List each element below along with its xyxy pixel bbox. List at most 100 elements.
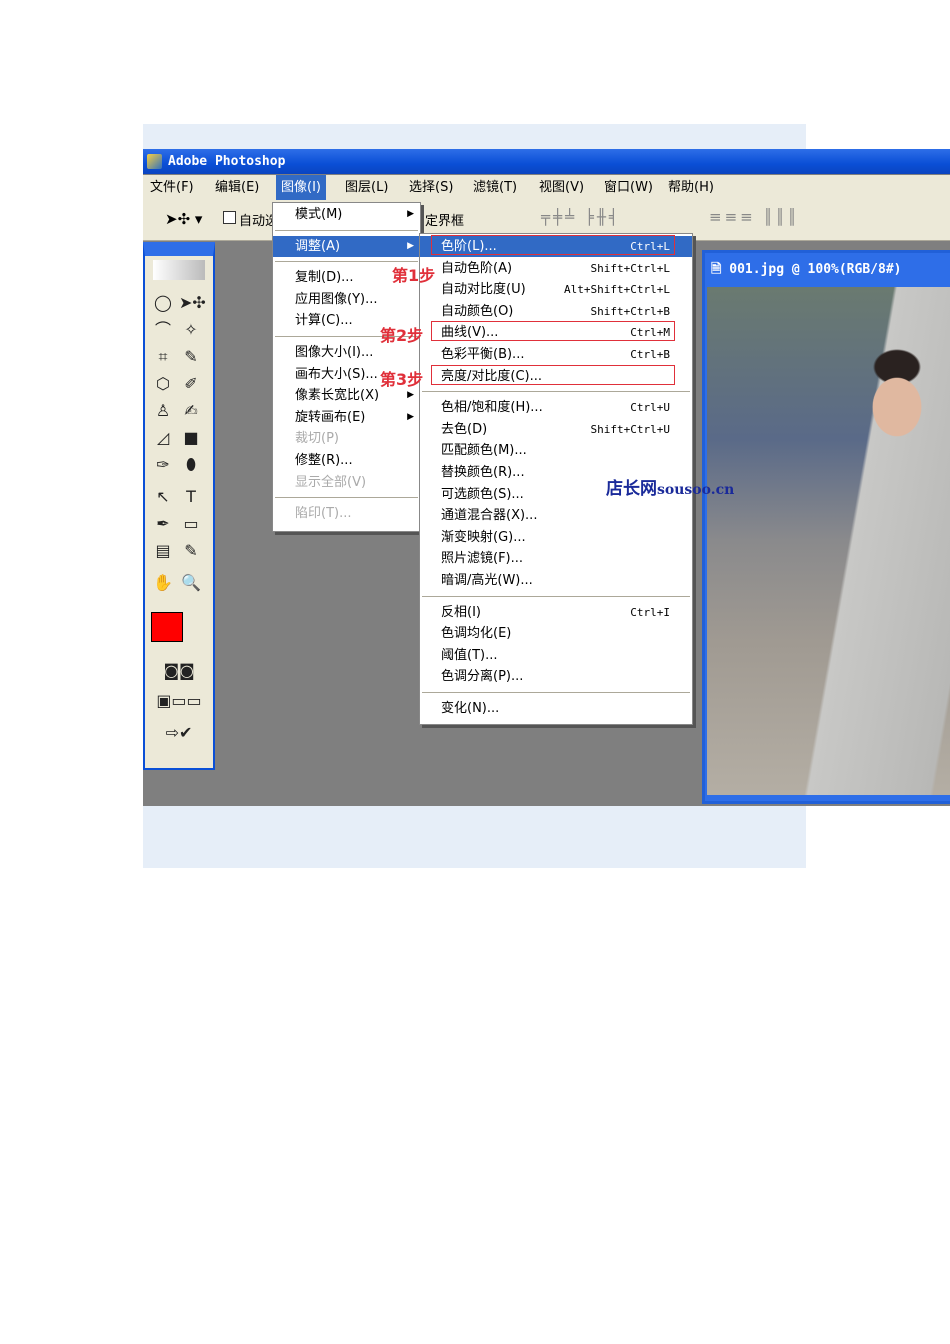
image-menu-item-label: 模式(M): [295, 207, 343, 222]
menu-3[interactable]: 图层(L): [340, 175, 393, 200]
menu-6[interactable]: 视图(V): [534, 175, 589, 200]
step-label-2: 第2步: [380, 326, 424, 345]
adjust-menu-item[interactable]: 色调分离(P)...: [420, 666, 692, 687]
tool-11-icon[interactable]: ■: [179, 427, 203, 449]
image-menu-item-label: 复制(D)...: [295, 270, 354, 286]
image-menu-item-label: 图像大小(I)...: [295, 345, 374, 360]
image-menu-item-label: 应用图像(Y)...: [295, 291, 378, 307]
bounding-box-label: 定界框: [425, 214, 465, 229]
mode-button-0-icon[interactable]: ◙◙: [151, 660, 207, 682]
tool-6-icon[interactable]: ⬡: [151, 373, 175, 395]
adjust-menu-item[interactable]: 自动颜色(O) Shift+Ctrl+B: [420, 301, 692, 322]
tool-17-icon[interactable]: ▭: [179, 513, 203, 535]
adjust-menu-item[interactable]: 匹配颜色(M)...: [420, 440, 692, 461]
image-menu-item[interactable]: 陷印(T)...: [273, 503, 420, 524]
adjust-menu-item[interactable]: 自动对比度(U) Alt+Shift+Ctrl+L: [420, 279, 692, 300]
adjust-menu-item-shortcut: Alt+Shift+Ctrl+L: [564, 283, 670, 297]
image-menu-item[interactable]: 裁切(P): [273, 428, 420, 449]
adjust-menu-item-label: 自动色阶(A): [441, 260, 513, 276]
adjust-menu-item-label: 暗调/高光(W)...: [441, 573, 533, 588]
menu-4[interactable]: 选择(S): [404, 175, 458, 200]
toolbox: ◯ ➤✣ ⌒ ✧ ⌗ ✎ ⬡ ✐ ♙ ✍ ◿ ■ ✑ ⬮ ↖ T ✒ ▭ ▤ ✎ ✋ 🔍 ◙◙ ▣▭▭ ⇨✔: [143, 242, 215, 770]
adjust-menu-item[interactable]: 反相(I) Ctrl+I: [420, 602, 692, 623]
image-menu-item[interactable]: 模式(M) ▶: [273, 204, 420, 225]
adjust-menu-item[interactable]: 去色(D) Shift+Ctrl+U: [420, 419, 692, 440]
adjust-menu-item[interactable]: 自动色阶(A) Shift+Ctrl+L: [420, 258, 692, 279]
adjust-menu-item[interactable]: 色彩平衡(B)... Ctrl+B: [420, 344, 692, 365]
menu-separator: [422, 391, 690, 393]
tool-20-icon[interactable]: ✋: [151, 572, 175, 594]
menu-1[interactable]: 编辑(E): [210, 175, 264, 200]
adjust-menu-item-label: 照片滤镜(F)...: [441, 551, 524, 567]
mode-button-1-icon[interactable]: ▣▭▭: [151, 690, 207, 712]
distribute-buttons-icon[interactable]: ≡≡≡ ║║║: [709, 208, 800, 226]
adjust-menu-item-label: 可选颜色(S)...: [441, 486, 524, 502]
foreground-color-swatch[interactable]: [151, 612, 183, 642]
tool-12-icon[interactable]: ✑: [151, 454, 175, 476]
document-title: 001.jpg @ 100%(RGB/8#): [729, 262, 902, 277]
tool-4-icon[interactable]: ⌗: [151, 346, 175, 368]
tool-3-icon[interactable]: ✧: [179, 319, 203, 341]
tool-19-icon[interactable]: ✎: [179, 540, 203, 562]
adjust-menu-item-label: 阈值(T)...: [441, 647, 498, 663]
image-menu-item-label: 旋转画布(E): [295, 409, 366, 425]
adjust-menu-item[interactable]: 暗调/高光(W)...: [420, 570, 692, 591]
tool-2-icon[interactable]: ⌒: [151, 319, 175, 341]
tool-14-icon[interactable]: ↖: [151, 486, 175, 508]
image-menu-item-label: 计算(C)...: [295, 313, 353, 329]
align-buttons-icon[interactable]: ╤╪╧ ╞╫╡: [541, 208, 621, 226]
image-menu-item[interactable]: 应用图像(Y)...: [273, 289, 420, 310]
submenu-arrow-icon: ▶: [407, 240, 414, 251]
adjust-menu-item-shortcut: Ctrl+U: [630, 401, 670, 415]
menu-2[interactable]: 图像(I): [276, 175, 326, 200]
image-menu-item-label: 调整(A): [295, 238, 341, 254]
tool-10-icon[interactable]: ◿: [151, 427, 175, 449]
tool-13-icon[interactable]: ⬮: [179, 454, 203, 476]
menu-0[interactable]: 文件(F): [145, 175, 199, 200]
adjust-menu-item[interactable]: 通道混合器(X)...: [420, 505, 692, 526]
adjust-menu-item-label: 替换颜色(R)...: [441, 465, 525, 480]
adjust-menu-item[interactable]: 色相/饱和度(H)... Ctrl+U: [420, 397, 692, 418]
adjust-menu-item-shortcut: Ctrl+B: [630, 348, 670, 361]
watermark: 店长网sousoo.cn: [606, 479, 735, 499]
menu-7[interactable]: 窗口(W): [599, 175, 658, 200]
adjust-menu-item[interactable]: 渐变映射(G)...: [420, 527, 692, 548]
adjust-menu-item[interactable]: 阈值(T)...: [420, 645, 692, 666]
image-menu-item-label: 陷印(T)...: [295, 506, 352, 522]
step-highlight-box: [431, 364, 675, 385]
image-menu-item-label: 裁切(P): [295, 431, 339, 447]
mode-button-2-icon[interactable]: ⇨✔: [151, 722, 207, 744]
menu-5[interactable]: 滤镜(T): [468, 175, 522, 200]
photo-canvas[interactable]: [707, 287, 950, 795]
image-menu-item-label: 像素长宽比(X): [295, 388, 380, 404]
document-window: 🗎 001.jpg @ 100%(RGB/8#): [702, 250, 950, 804]
tool-16-icon[interactable]: ✒: [151, 513, 175, 535]
tool-8-icon[interactable]: ♙: [151, 400, 175, 422]
tool-21-icon[interactable]: 🔍: [179, 572, 203, 594]
tool-5-icon[interactable]: ✎: [179, 346, 203, 368]
submenu-arrow-icon: ▶: [407, 209, 414, 219]
tool-7-icon[interactable]: ✐: [179, 373, 203, 395]
auto-select-checkbox[interactable]: [223, 211, 236, 224]
document-title-bar: 🗎 001.jpg @ 100%(RGB/8#): [705, 253, 950, 287]
tool-18-icon[interactable]: ▤: [151, 540, 175, 562]
adjust-menu-item[interactable]: 变化(N)...: [420, 698, 692, 719]
image-menu-item[interactable]: 旋转画布(E) ▶: [273, 407, 420, 428]
tool-1-icon[interactable]: ➤✣: [179, 292, 206, 314]
menu-8[interactable]: 帮助(H): [663, 175, 719, 200]
step-label-3: 第3步: [380, 370, 424, 389]
adjust-menu-item[interactable]: 色调均化(E): [420, 623, 692, 644]
menu-separator: [422, 692, 690, 693]
image-menu-item[interactable]: 修整(R)...: [273, 450, 420, 471]
move-tool-icon[interactable]: ➤✣ ▾: [165, 210, 202, 228]
adjust-menu-item[interactable]: 照片滤镜(F)...: [420, 548, 692, 569]
tool-15-icon[interactable]: T: [179, 486, 203, 508]
adjust-menu-item-label: 自动颜色(O): [441, 303, 514, 319]
adjust-menu-item-label: 渐变映射(G)...: [441, 529, 526, 545]
image-menu-item[interactable]: 显示全部(V): [273, 472, 420, 493]
title-bar: Adobe Photoshop: [143, 149, 950, 174]
tool-0-icon[interactable]: ◯: [151, 292, 175, 314]
image-menu-item[interactable]: 调整(A) ▶: [273, 235, 420, 257]
tool-9-icon[interactable]: ✍: [179, 400, 203, 422]
adjust-menu-item-shortcut: Shift+Ctrl+U: [590, 422, 670, 436]
